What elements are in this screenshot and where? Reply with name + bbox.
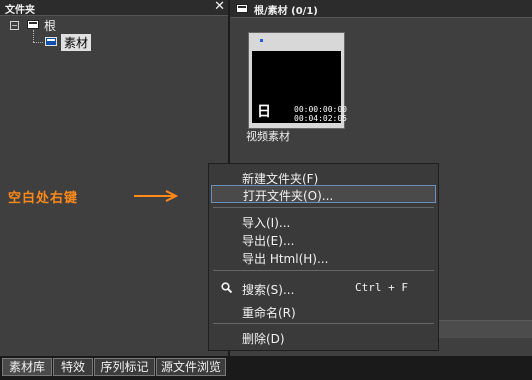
folder-panel: 文件夹 ✕ − 根 素材 <box>0 0 230 356</box>
clip-thumbnail[interactable]: 日 00:00:00:00 00:04:02:05 <box>248 32 347 129</box>
search-icon <box>221 282 232 293</box>
tree-connector <box>33 30 34 42</box>
menu-item-label: 导入(I)... <box>242 216 291 230</box>
menu-item-open-folder[interactable]: 打开文件夹(O)... <box>211 185 436 203</box>
menu-item-search[interactable]: 搜索(S)... Ctrl + F <box>209 280 438 297</box>
clip-marker <box>260 39 263 42</box>
menu-item-export[interactable]: 导出(E)... <box>209 231 438 248</box>
tree-collapse-toggle[interactable]: − <box>10 21 19 30</box>
menu-item-shortcut: Ctrl + F <box>355 281 408 294</box>
clip-name[interactable]: 视频素材 <box>246 128 290 144</box>
menu-item-label: 打开文件夹(O)... <box>243 189 334 203</box>
folder-icon <box>236 4 248 13</box>
tab-asset-library[interactable]: 素材库 <box>2 358 52 376</box>
clip-timecode-duration: 00:04:02:05 <box>294 114 347 123</box>
menu-item-label: 删除(D) <box>242 332 285 346</box>
tree-node-root[interactable]: 根 <box>44 17 56 34</box>
clip-timecode-in: 00:00:00:00 <box>294 105 347 114</box>
folder-icon <box>27 20 39 29</box>
menu-item-new-folder[interactable]: 新建文件夹(F) <box>209 169 438 186</box>
clip-type-icon: 日 <box>257 104 271 120</box>
menu-item-delete[interactable]: 删除(D) <box>209 329 438 346</box>
clip-preview: 日 00:00:00:00 00:04:02:05 <box>252 51 347 123</box>
menu-item-label: 导出(E)... <box>242 234 295 248</box>
menu-separator <box>213 323 434 324</box>
menu-separator <box>213 270 434 271</box>
close-icon[interactable]: ✕ <box>214 0 225 14</box>
menu-separator <box>213 207 434 208</box>
menu-item-export-html[interactable]: 导出 Html(H)... <box>209 249 438 266</box>
breadcrumb: 根/素材 (0/1) <box>254 6 318 17</box>
menu-item-rename[interactable]: 重命名(R) <box>209 303 438 320</box>
annotation-text: 空白处右键 <box>8 191 79 206</box>
content-panel-header: 根/素材 (0/1) <box>230 0 532 18</box>
menu-item-label: 导出 Html(H)... <box>242 252 329 266</box>
folder-panel-title: 文件夹 <box>5 5 35 16</box>
tree-node-selected[interactable]: 素材 <box>61 34 92 51</box>
folder-panel-header: 文件夹 ✕ <box>0 0 228 16</box>
annotation-arrow-icon <box>134 190 179 202</box>
tab-source-browser[interactable]: 源文件浏览 <box>156 358 226 376</box>
menu-item-label: 搜索(S)... <box>242 283 295 297</box>
panel-tab-bar: 素材库 特效 序列标记 源文件浏览 <box>0 356 532 380</box>
tab-sequence-markers[interactable]: 序列标记 <box>94 358 155 376</box>
tree-connector <box>33 42 43 43</box>
tab-effects[interactable]: 特效 <box>53 358 93 376</box>
menu-item-import[interactable]: 导入(I)... <box>209 213 438 230</box>
menu-item-label: 重命名(R) <box>242 306 296 320</box>
context-menu: 新建文件夹(F) 打开文件夹(O)... 导入(I)... 导出(E)... 导… <box>208 163 439 351</box>
folder-icon <box>45 37 57 46</box>
